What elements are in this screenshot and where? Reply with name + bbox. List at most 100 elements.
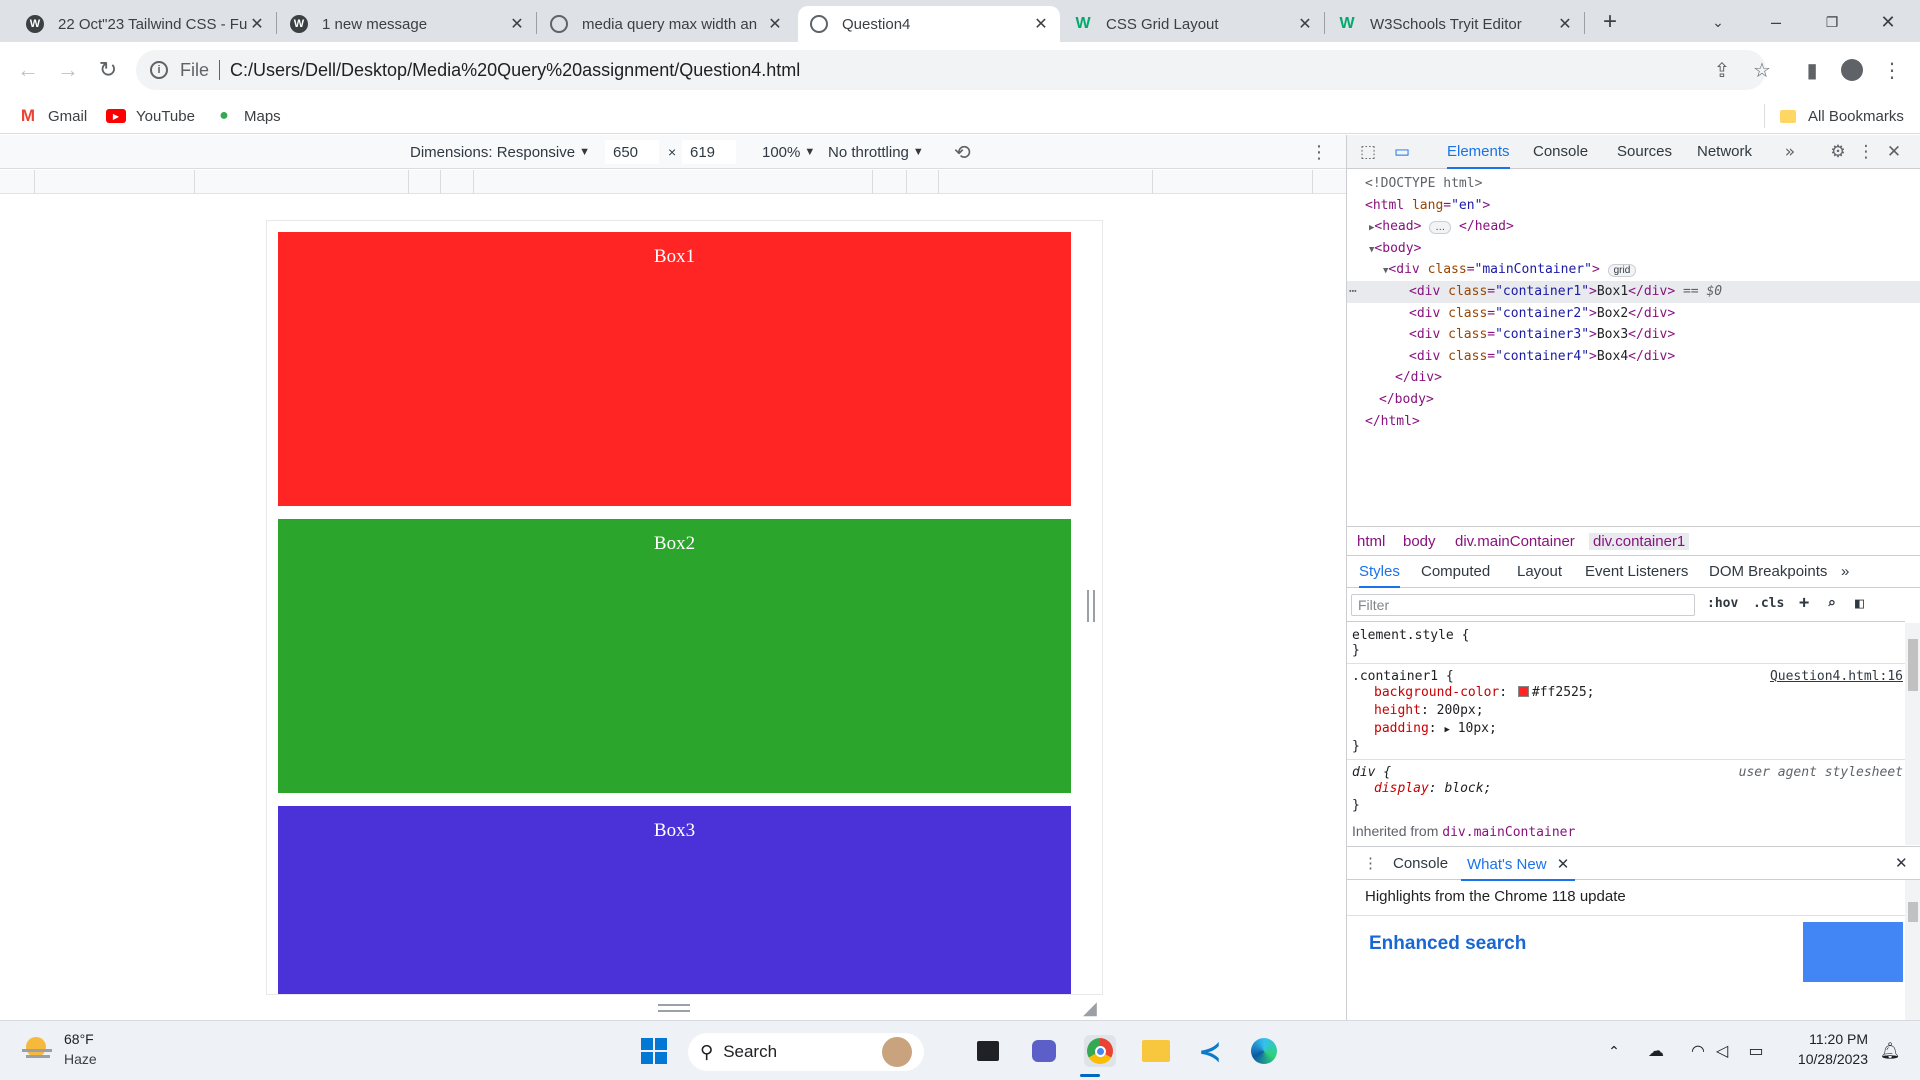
prop-background-color[interactable]: background-color: #ff2525; — [1352, 684, 1900, 702]
reload-icon[interactable]: ↻ — [94, 56, 122, 84]
drawer-menu-icon[interactable]: ⋮ — [1363, 854, 1378, 872]
dom-body-close[interactable]: </body> — [1347, 389, 1920, 411]
more-tabs-icon[interactable]: » — [1779, 141, 1801, 163]
share-icon[interactable]: ⇪ — [1708, 56, 1736, 84]
scrollbar-thumb[interactable] — [1908, 639, 1918, 691]
cls-button[interactable]: .cls — [1753, 596, 1784, 611]
scrollbar-thumb[interactable] — [1908, 902, 1918, 922]
dom-main-container[interactable]: ▼<div class="mainContainer"> grid — [1347, 259, 1920, 281]
styles-scrollbar[interactable] — [1905, 623, 1920, 845]
sidebar-toggle-icon[interactable]: ◧ — [1855, 594, 1864, 612]
container1-rule[interactable]: .container1 { Question4.html:16 backgrou… — [1347, 664, 1905, 760]
forward-icon[interactable]: → — [54, 56, 82, 84]
back-icon[interactable]: ← — [14, 56, 42, 84]
close-devtools-icon[interactable]: ✕ — [1883, 141, 1905, 163]
settings-gear-icon[interactable]: ⚙ — [1827, 141, 1849, 163]
inspect-element-icon[interactable]: ⬚ — [1357, 141, 1379, 163]
clock-time[interactable]: 11:20 PM — [1784, 1031, 1868, 1047]
width-input[interactable]: 650 — [605, 140, 659, 164]
address-url[interactable]: C:/Users/Dell/Desktop/Media%20Query%20as… — [230, 60, 800, 81]
weather-temperature[interactable]: 68°F — [64, 1031, 94, 1047]
close-tab-icon[interactable]: ✕ — [766, 15, 784, 33]
clock-date[interactable]: 10/28/2023 — [1784, 1051, 1868, 1067]
div-ua-rule[interactable]: div { user agent stylesheet display: blo… — [1347, 760, 1905, 818]
drawer-tab-console[interactable]: Console — [1393, 855, 1448, 872]
bookmark-star-icon[interactable]: ☆ — [1748, 56, 1776, 84]
bookmark-youtube[interactable]: ▶ YouTube — [106, 104, 195, 128]
close-tab-icon[interactable]: ✕ — [1032, 15, 1050, 33]
drawer-scrollbar[interactable] — [1905, 880, 1920, 1020]
tab-css-grid[interactable]: W CSS Grid Layout ✕ — [1062, 6, 1324, 42]
new-rule-icon[interactable]: + — [1799, 593, 1809, 613]
close-drawer-tab-icon[interactable]: ✕ — [1557, 856, 1570, 873]
taskbar-search[interactable]: ⚲ Search — [688, 1033, 924, 1071]
weather-haze-icon[interactable] — [22, 1035, 52, 1065]
color-swatch[interactable] — [1517, 686, 1529, 697]
minimize-icon[interactable]: – — [1762, 8, 1790, 36]
chrome-icon[interactable] — [1084, 1035, 1116, 1067]
device-toggle-icon[interactable]: ▭ — [1391, 141, 1413, 163]
volume-icon[interactable]: ◁ — [1706, 1035, 1738, 1067]
breadcrumb-html[interactable]: html — [1357, 533, 1385, 550]
grid-badge[interactable]: grid — [1607, 264, 1637, 278]
breadcrumb-body[interactable]: body — [1403, 533, 1436, 550]
side-panel-icon[interactable]: ▮ — [1798, 56, 1826, 84]
edge-icon[interactable] — [1248, 1035, 1280, 1067]
battery-icon[interactable]: ▭ — [1740, 1035, 1772, 1067]
zoom-dropdown[interactable]: 100% ▼ — [762, 141, 815, 163]
close-tab-icon[interactable]: ✕ — [1556, 15, 1574, 33]
tab-sources[interactable]: Sources — [1617, 143, 1672, 169]
onedrive-icon[interactable]: ☁ — [1640, 1035, 1672, 1067]
bookmark-maps[interactable]: ● Maps — [214, 104, 281, 128]
dom-container2[interactable]: <div class="container2">Box2</div> — [1347, 303, 1920, 325]
close-window-icon[interactable]: ✕ — [1874, 8, 1902, 36]
subtab-styles[interactable]: Styles — [1359, 563, 1400, 588]
resize-handle-right[interactable] — [1087, 590, 1095, 622]
dom-html[interactable]: <html lang="en"> — [1347, 195, 1920, 217]
height-input[interactable]: 619 — [682, 140, 736, 164]
bookmark-gmail[interactable]: M Gmail — [18, 104, 87, 128]
teams-chat-icon[interactable] — [1028, 1035, 1060, 1067]
subtab-event-listeners[interactable]: Event Listeners — [1585, 563, 1688, 588]
notification-bell-icon[interactable]: 🔔︎ — [1874, 1035, 1906, 1067]
enhanced-search-link[interactable]: Enhanced search — [1369, 933, 1526, 955]
dom-container3[interactable]: <div class="container3">Box3</div> — [1347, 324, 1920, 346]
tab-elements[interactable]: Elements — [1447, 143, 1510, 169]
breadcrumb-container1[interactable]: div.container1 — [1589, 533, 1690, 550]
tab-console[interactable]: Console — [1533, 143, 1588, 169]
device-menu-dots-icon[interactable]: ⋮ — [1310, 141, 1328, 163]
devtools-menu-icon[interactable]: ⋮ — [1855, 141, 1877, 163]
ellipsis-icon[interactable]: … — [1429, 221, 1452, 235]
dom-body[interactable]: ▼<body> — [1347, 238, 1920, 260]
close-drawer-icon[interactable]: ✕ — [1895, 854, 1908, 872]
profile-avatar-icon[interactable] — [1838, 56, 1866, 84]
prop-padding[interactable]: padding: ▶ 10px; — [1352, 720, 1900, 739]
show-hidden-icons[interactable]: ⌃ — [1598, 1035, 1630, 1067]
windows-start-icon[interactable] — [638, 1035, 670, 1067]
tab-tailwind[interactable]: W 22 Oct"23 Tailwind CSS - Fu ✕ — [14, 6, 276, 42]
restore-icon[interactable]: ❐ — [1818, 8, 1846, 36]
info-icon[interactable]: i — [150, 61, 168, 79]
rotate-icon[interactable]: ⟲ — [954, 141, 971, 164]
close-tab-icon[interactable]: ✕ — [248, 15, 266, 33]
prop-height[interactable]: height: 200px; — [1352, 702, 1900, 720]
subtab-layout[interactable]: Layout — [1517, 563, 1562, 588]
dom-div-close[interactable]: </div> — [1347, 367, 1920, 389]
address-bar[interactable]: i File C:/Users/Dell/Desktop/Media%20Que… — [136, 50, 1766, 90]
tab-tryit-editor[interactable]: W W3Schools Tryit Editor ✕ — [1326, 6, 1584, 42]
close-tab-icon[interactable]: ✕ — [1296, 15, 1314, 33]
drawer-tab-whats-new[interactable]: What's New ✕ — [1461, 855, 1576, 881]
menu-dots-icon[interactable]: ⋮ — [1878, 56, 1906, 84]
tab-question4[interactable]: Question4 ✕ — [798, 6, 1060, 42]
subtab-computed[interactable]: Computed — [1421, 563, 1490, 588]
styles-filter-input[interactable]: Filter — [1351, 594, 1695, 616]
dom-html-close[interactable]: </html> — [1347, 411, 1920, 433]
node-dots-icon[interactable]: ⋯ — [1349, 281, 1357, 303]
breadcrumb-main-container[interactable]: div.mainContainer — [1455, 533, 1575, 550]
dom-head[interactable]: ▶<head> … </head> — [1347, 216, 1920, 238]
subtab-dom-breakpoints[interactable]: DOM Breakpoints — [1709, 563, 1827, 588]
dom-doctype[interactable]: <!DOCTYPE html> — [1347, 173, 1920, 195]
tab-new-message[interactable]: W 1 new message ✕ — [278, 6, 536, 42]
inherited-from-link[interactable]: div.mainContainer — [1442, 825, 1575, 840]
tab-search-icon[interactable]: ⌄ — [1704, 8, 1732, 36]
